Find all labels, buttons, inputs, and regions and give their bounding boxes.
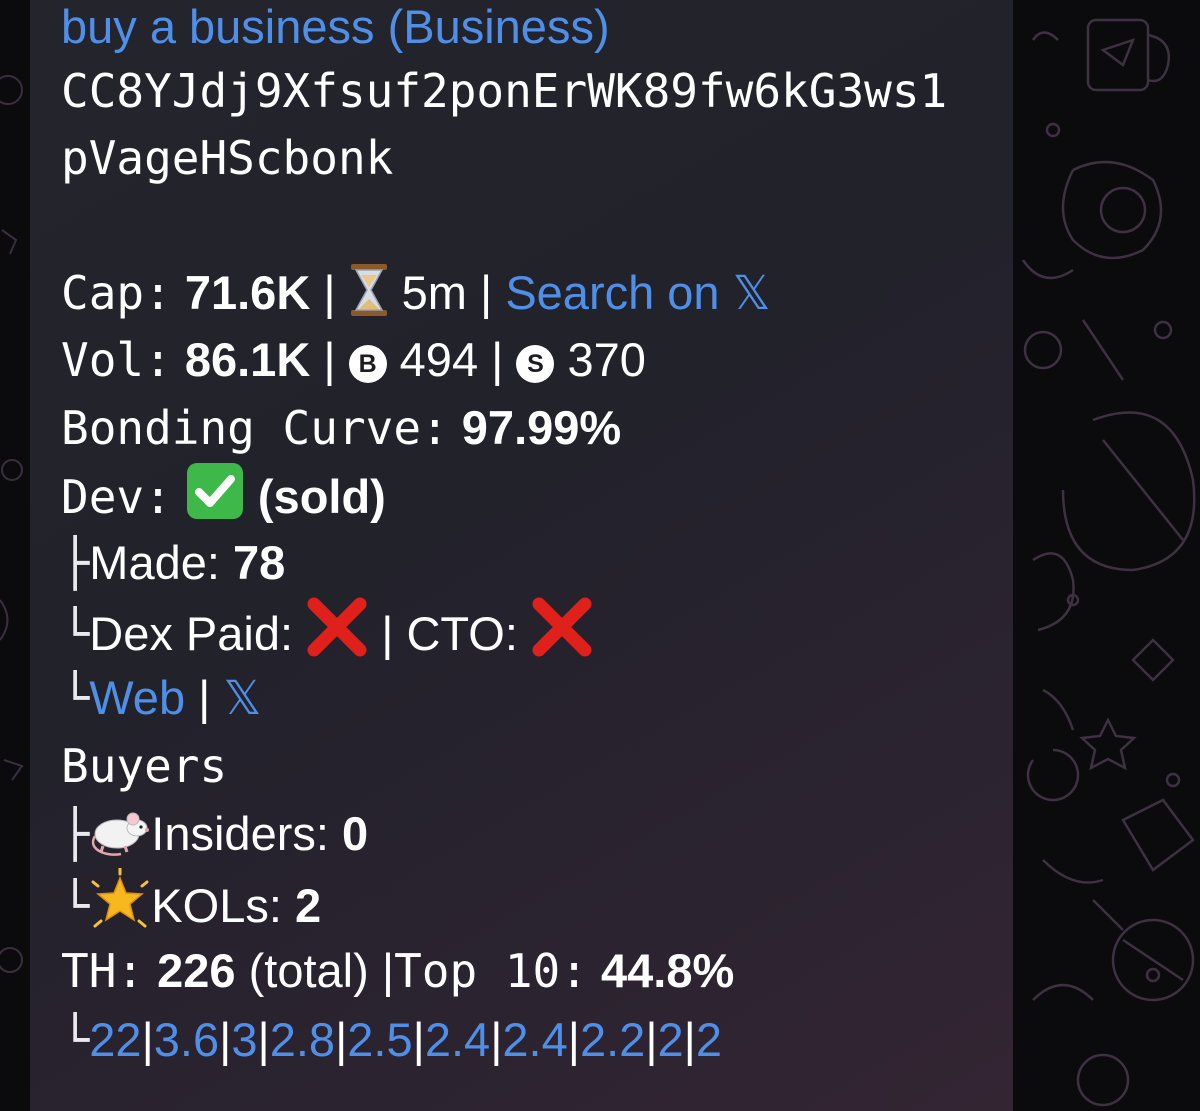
- tree-end-glyph: └: [61, 607, 90, 662]
- made-label: Made:: [89, 536, 220, 589]
- dex-paid-label: Dex Paid:: [89, 607, 294, 660]
- cap-value: 71.6K: [184, 266, 311, 319]
- token-title-link[interactable]: buy a business (Business): [61, 0, 610, 61]
- breakdown-separator: |: [412, 1013, 425, 1066]
- top10-value: 44.8%: [601, 944, 735, 997]
- rat-icon: [89, 802, 151, 876]
- tree-end-glyph: └: [61, 671, 90, 726]
- dev-line: Dev: (sold): [61, 461, 386, 529]
- age-value: 5m: [401, 266, 467, 319]
- holder-percent-link[interactable]: 22: [89, 1013, 141, 1066]
- kols-label: KOLs:: [151, 879, 282, 932]
- holder-percent-link[interactable]: 2: [658, 1013, 684, 1066]
- breakdown-separator: |: [567, 1013, 580, 1066]
- holders-breakdown-line: └22|3.6|3|2.8|2.5|2.4|2.4|2.2|2|2: [61, 1006, 722, 1074]
- bot-message-bubble: buy a business (Business) CC8YJdj9Xfsuf2…: [30, 0, 1013, 1111]
- vol-label: Vol:: [61, 333, 172, 387]
- holder-percent-link[interactable]: 2.5: [347, 1013, 412, 1066]
- cap-line: Cap: 71.6K | 5m | Search on 𝕏: [61, 259, 771, 327]
- check-box-icon: [185, 461, 245, 539]
- cap-label: Cap:: [61, 266, 172, 320]
- vol-value: 86.1K: [184, 333, 311, 386]
- bonding-curve-line: Bonding Curve: 97.99%: [61, 394, 621, 462]
- holder-percent-link[interactable]: 2.8: [270, 1013, 335, 1066]
- th-total-suffix: (total): [248, 944, 369, 997]
- th-label: TH:: [61, 944, 145, 998]
- breakdown-separator: |: [683, 1013, 696, 1066]
- dev-web-link[interactable]: Web: [89, 671, 185, 724]
- dev-status: (sold): [257, 470, 386, 523]
- bonding-curve-label: Bonding Curve:: [61, 401, 449, 455]
- volume-line: Vol: 86.1K | B 494 | S 370: [61, 333, 646, 387]
- red-cross-icon: [531, 596, 593, 676]
- buys-count: 494: [399, 333, 479, 386]
- holders-line: TH: 226 (total) |Top 10: 44.8%: [61, 944, 735, 998]
- hourglass-icon: [349, 263, 389, 335]
- holder-percent-link[interactable]: 2.4: [425, 1013, 490, 1066]
- dev-x-link[interactable]: 𝕏: [223, 671, 261, 724]
- dev-label: Dev:: [61, 470, 172, 524]
- buyers-heading: Buyers: [61, 739, 228, 793]
- tree-end-glyph: └: [61, 1013, 90, 1068]
- chat-wallpaper-right: [1013, 0, 1200, 1111]
- kols-line: └ KOLs: 2: [61, 866, 322, 936]
- dev-dex-line: └Dex Paid: | CTO:: [61, 596, 593, 664]
- th-total-value: 226: [157, 944, 236, 997]
- holder-percent-link[interactable]: 3.6: [154, 1013, 219, 1066]
- insiders-line: ├ Insiders: 0: [61, 800, 368, 868]
- red-cross-icon: [306, 596, 368, 676]
- bonding-curve-value: 97.99%: [461, 401, 622, 454]
- holder-percent-link[interactable]: 2.4: [502, 1013, 567, 1066]
- insiders-label: Insiders:: [151, 807, 329, 860]
- breakdown-separator: |: [257, 1013, 270, 1066]
- tree-branch-glyph: ├: [61, 807, 90, 862]
- kols-value: 2: [294, 879, 322, 932]
- top10-label: Top 10:: [394, 944, 588, 998]
- b-circle-icon: B: [348, 345, 387, 383]
- s-circle-icon: S: [516, 345, 555, 383]
- breakdown-separator: |: [335, 1013, 348, 1066]
- contract-address-line-2[interactable]: pVageHScbonk: [61, 124, 393, 192]
- holder-breakdown: 22|3.6|3|2.8|2.5|2.4|2.4|2.2|2|2: [89, 1013, 722, 1066]
- chat-wallpaper-left: [0, 0, 30, 1111]
- x-logo-icon: 𝕏: [732, 266, 771, 319]
- dev-made-line: ├Made: 78: [61, 529, 285, 597]
- glowing-star-icon: [89, 866, 151, 948]
- breakdown-separator: |: [645, 1013, 658, 1066]
- tree-end-glyph: └: [61, 879, 90, 934]
- dev-links-line: └Web | 𝕏: [61, 671, 262, 726]
- search-on-x-link[interactable]: Search on 𝕏: [505, 266, 770, 319]
- insiders-value: 0: [342, 807, 369, 860]
- made-value: 78: [233, 536, 286, 589]
- breakdown-separator: |: [219, 1013, 232, 1066]
- breakdown-separator: |: [141, 1013, 154, 1066]
- holder-percent-link[interactable]: 3: [231, 1013, 257, 1066]
- contract-address-line-1[interactable]: CC8YJdj9Xfsuf2ponErWK89fw6kG3ws1: [61, 57, 947, 125]
- cto-label: CTO:: [406, 607, 518, 660]
- breakdown-separator: |: [490, 1013, 503, 1066]
- tree-branch-glyph: ├: [61, 536, 90, 591]
- holder-percent-link[interactable]: 2: [696, 1013, 722, 1066]
- holder-percent-link[interactable]: 2.2: [580, 1013, 645, 1066]
- sells-count: 370: [567, 333, 646, 386]
